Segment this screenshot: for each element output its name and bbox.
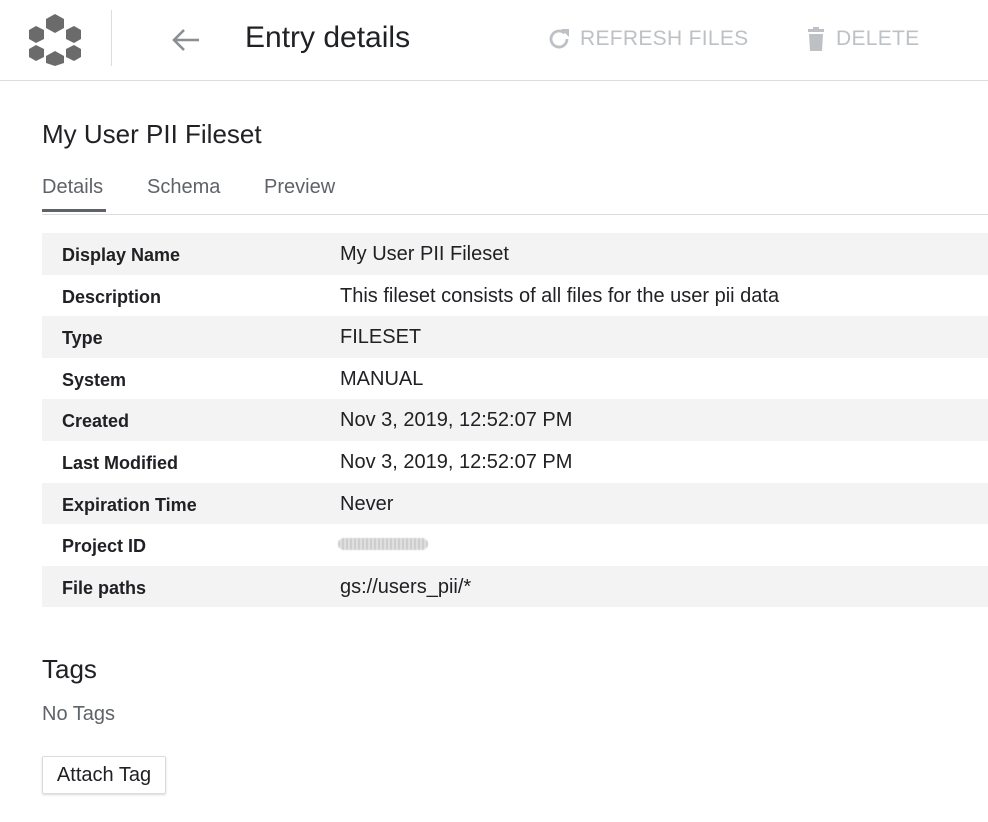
attach-tag-button[interactable]: Attach Tag — [42, 756, 166, 794]
detail-key: File paths — [62, 577, 147, 598]
detail-value: gs://users_pii/* — [340, 575, 472, 598]
arrow-back-icon — [172, 29, 199, 51]
trash-icon — [808, 27, 824, 51]
tab-schema[interactable]: Schema — [147, 174, 220, 200]
details-table: Display Name My User PII Fileset Descrip… — [42, 233, 988, 608]
detail-row-expiration-time: Expiration Time Never — [42, 482, 988, 525]
active-tab-indicator — [42, 209, 106, 212]
detail-row-system: System MANUAL — [42, 358, 988, 400]
back-button[interactable] — [166, 22, 206, 58]
no-tags-text: No Tags — [42, 703, 116, 725]
tab-preview[interactable]: Preview — [264, 174, 335, 200]
detail-row-file-paths: File paths gs://users_pii/* — [42, 565, 988, 608]
detail-key: Type — [62, 328, 103, 349]
tab-bar: Details Schema Preview — [42, 168, 988, 215]
tags-heading: Tags — [42, 654, 97, 684]
detail-key: Last Modified — [62, 452, 178, 473]
data-catalog-logo-icon — [26, 12, 84, 66]
refresh-files-button[interactable]: REFRESH FILES — [546, 22, 748, 56]
refresh-files-label: REFRESH FILES — [580, 27, 749, 50]
delete-label: DELETE — [836, 27, 920, 50]
detail-value: This fileset consists of all files for t… — [340, 284, 780, 307]
detail-key: Description — [62, 286, 162, 307]
page-title: Entry details — [245, 21, 411, 54]
detail-key: System — [62, 369, 127, 390]
detail-value: Nov 3, 2019, 12:52:07 PM — [340, 450, 573, 473]
tab-details[interactable]: Details — [42, 174, 103, 200]
detail-key: Expiration Time — [62, 494, 197, 515]
detail-key: Project ID — [62, 536, 147, 557]
delete-button[interactable]: DELETE — [804, 22, 920, 56]
header-divider — [111, 10, 112, 66]
detail-row-last-modified: Last Modified Nov 3, 2019, 12:52:07 PM — [42, 441, 988, 483]
refresh-icon — [549, 29, 569, 49]
detail-row-created: Created Nov 3, 2019, 12:52:07 PM — [42, 399, 988, 441]
top-app-bar: Entry details REFRESH FILES DELETE — [0, 0, 988, 81]
detail-key: Display Name — [62, 245, 181, 265]
detail-value: Never — [340, 492, 394, 515]
detail-row-display-name: Display Name My User PII Fileset — [42, 233, 988, 275]
entry-name-heading: My User PII Fileset — [42, 119, 262, 149]
detail-key: Created — [62, 411, 130, 432]
detail-value: My User PII Fileset — [340, 243, 509, 265]
detail-row-project-id: Project ID — [42, 524, 988, 566]
detail-value: FILESET — [340, 326, 422, 349]
detail-value: MANUAL — [340, 367, 424, 390]
detail-value: Nov 3, 2019, 12:52:07 PM — [340, 409, 573, 432]
detail-row-description: Description This fileset consists of all… — [42, 275, 988, 317]
redacted-project-id — [338, 538, 428, 551]
detail-row-type: Type FILESET — [42, 316, 988, 358]
